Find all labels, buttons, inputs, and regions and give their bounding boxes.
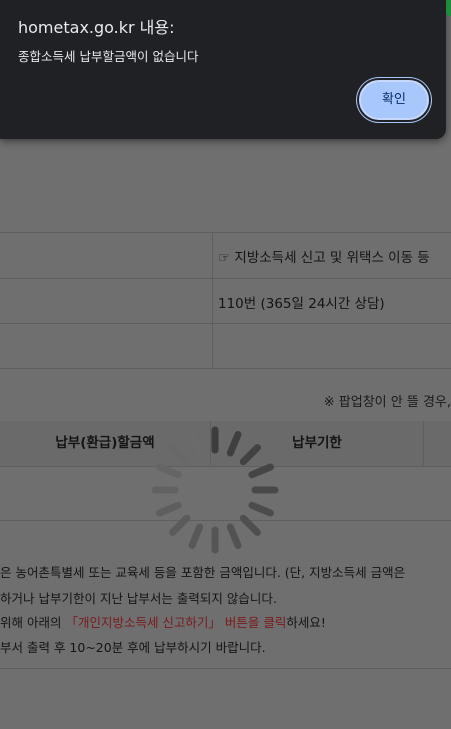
spinner-segment	[248, 501, 274, 517]
spinner-segment	[239, 514, 261, 536]
spinner-segment	[226, 523, 242, 549]
spinner-segment	[188, 523, 204, 549]
spinner-segment	[188, 431, 204, 457]
note-line: 위해 아래의 「개인지방소득세 신고하기」 버튼을 클릭하세요!	[0, 615, 326, 630]
spinner-segment	[156, 501, 182, 517]
wetax-link[interactable]: ☞ 지방소득세 신고 및 위택스 이동 등	[218, 246, 430, 266]
spinner-segment	[239, 444, 261, 466]
spinner-segment	[248, 463, 274, 479]
local-tax-button-hint: 「개인지방소득세 신고하기」 버튼을 클릭	[65, 615, 287, 630]
extension-badge	[446, 0, 451, 16]
ok-button[interactable]: 확인	[359, 80, 429, 120]
divider	[0, 668, 451, 669]
divider	[0, 323, 451, 324]
note-line: 은 농어촌특별세 또는 교육세 등을 포함한 금액입니다. (단, 지방소득세 …	[0, 565, 406, 580]
consult-phone: 110번 (365일 24시간 상담)	[218, 296, 385, 312]
dialog-title: hometax.go.kr 내용:	[18, 18, 175, 37]
spinner-segment	[156, 463, 182, 479]
loading-spinner-icon	[151, 426, 279, 554]
dialog-message: 종합소득세 납부할금액이 없습니다	[18, 49, 199, 64]
popup-note: ※ 팝업창이 안 뜰 경우,	[323, 395, 451, 410]
divider	[0, 278, 451, 279]
spinner-segment	[226, 431, 242, 457]
divider	[423, 421, 424, 466]
divider	[212, 232, 213, 368]
note-line: 부서 출력 후 10~20분 후에 납부하시기 바랍니다.	[0, 640, 266, 655]
spinner-segment	[169, 444, 191, 466]
spinner-segment	[169, 514, 191, 536]
divider	[0, 368, 451, 369]
divider	[0, 232, 451, 233]
alert-dialog: hometax.go.kr 내용: 종합소득세 납부할금액이 없습니다 확인	[0, 0, 446, 139]
note-line: 하거나 납부기한이 지난 납부서는 출력되지 않습니다.	[0, 591, 277, 606]
